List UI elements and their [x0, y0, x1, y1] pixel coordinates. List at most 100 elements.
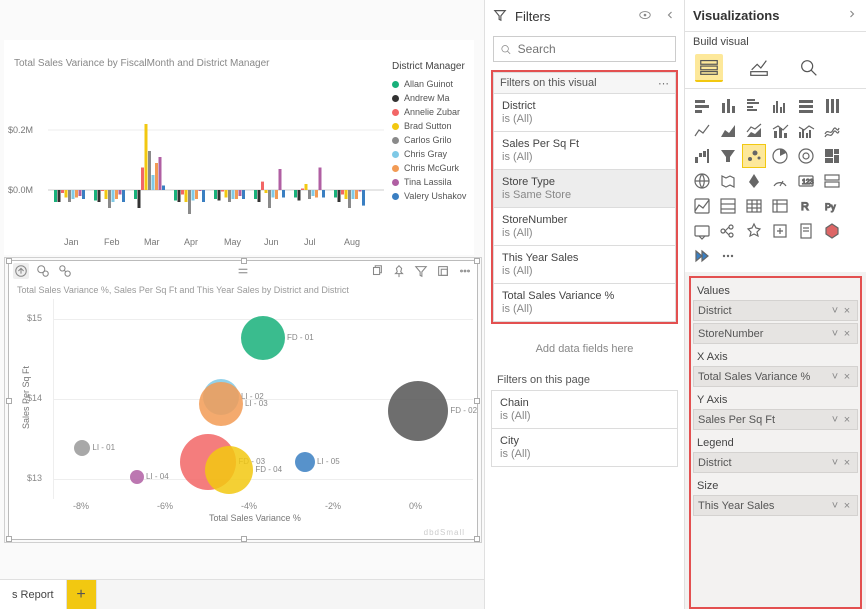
viz-clustered-column-icon[interactable]	[769, 95, 791, 117]
chart-sales-variance-by-month[interactable]: Total Sales Variance by FiscalMonth and …	[4, 40, 474, 255]
well-xaxis[interactable]: Total Sales Variance %˅×	[693, 366, 858, 387]
chart1-legend: District Manager Allan GuinotAndrew MaAn…	[392, 60, 466, 203]
visualizations-pane: Visualizations Build visual	[684, 0, 866, 609]
viz-qa-icon[interactable]	[743, 220, 765, 242]
svg-text:Py: Py	[825, 202, 836, 212]
viz-filled-map-icon[interactable]	[717, 170, 739, 192]
svg-text:Apr: Apr	[184, 237, 198, 247]
remove-icon[interactable]: ×	[841, 328, 853, 340]
viz-100stacked-column-icon[interactable]	[821, 95, 843, 117]
viz-100stacked-bar-icon[interactable]	[795, 95, 817, 117]
build-tab-fields[interactable]	[695, 54, 723, 82]
viz-card-icon[interactable]: 123	[795, 170, 817, 192]
filter-icon[interactable]	[413, 263, 429, 279]
collapse-pane-icon[interactable]	[664, 9, 676, 24]
filter-card[interactable]: Sales Per Sq Ftis (All)	[493, 132, 676, 170]
viz-matrix-icon[interactable]	[769, 195, 791, 217]
expand-all-icon[interactable]	[57, 263, 73, 279]
filter-search-input[interactable]	[518, 42, 669, 56]
viz-clustered-bar-icon[interactable]	[743, 95, 765, 117]
chevron-down-icon[interactable]: ˅	[829, 371, 841, 383]
remove-icon[interactable]: ×	[841, 305, 853, 317]
chevron-down-icon[interactable]: ˅	[829, 500, 841, 512]
well-yaxis[interactable]: Sales Per Sq Ft˅×	[693, 409, 858, 430]
focus-icon[interactable]	[435, 263, 451, 279]
viz-paginated-icon[interactable]	[795, 220, 817, 242]
viz-multi-card-icon[interactable]	[821, 170, 843, 192]
filter-card[interactable]: This Year Salesis (All)	[493, 246, 676, 284]
more-icon[interactable]	[457, 263, 473, 279]
viz-gallery: 123 R Py	[685, 89, 866, 272]
filter-card[interactable]: Chainis (All)	[491, 390, 678, 429]
viz-smart-icon[interactable]	[769, 220, 791, 242]
page-tab-report[interactable]: s Report	[0, 580, 67, 609]
bubble[interactable]	[295, 452, 315, 472]
remove-icon[interactable]: ×	[841, 371, 853, 383]
viz-r-icon[interactable]: R	[795, 195, 817, 217]
chart-scatter-variance-sqft[interactable]: Total Sales Variance %, Sales Per Sq Ft …	[8, 260, 478, 540]
section-more-icon[interactable]: ⋯	[658, 77, 669, 90]
viz-azure-map-icon[interactable]	[743, 170, 765, 192]
viz-scatter-icon[interactable]	[743, 145, 765, 167]
bubble[interactable]	[205, 446, 253, 494]
drill-down-icon[interactable]	[35, 263, 51, 279]
chevron-down-icon[interactable]: ˅	[829, 457, 841, 469]
viz-table-icon[interactable]	[743, 195, 765, 217]
viz-line-icon[interactable]	[691, 120, 713, 142]
well-values-storenumber[interactable]: StoreNumber˅×	[693, 323, 858, 344]
add-fields-hint[interactable]: Add data fields here	[491, 332, 678, 366]
filter-card[interactable]: Total Sales Variance %is (All)	[493, 284, 676, 322]
filter-card[interactable]: Cityis (All)	[491, 429, 678, 467]
build-tab-analytics[interactable]	[795, 54, 823, 82]
filter-card[interactable]: Districtis (All)	[493, 94, 676, 132]
bubble[interactable]	[241, 316, 285, 360]
pin-icon[interactable]	[391, 263, 407, 279]
report-canvas[interactable]: Total Sales Variance by FiscalMonth and …	[0, 0, 484, 609]
viz-slicer-icon[interactable]	[717, 195, 739, 217]
filter-card[interactable]: Store Typeis Same Store	[493, 170, 676, 208]
expand-pane-icon[interactable]	[846, 8, 858, 23]
bubble[interactable]	[199, 382, 243, 426]
viz-decomp-icon[interactable]	[717, 220, 739, 242]
chevron-down-icon[interactable]: ˅	[829, 328, 841, 340]
show-pane-icon[interactable]	[638, 8, 652, 25]
chevron-down-icon[interactable]: ˅	[829, 414, 841, 426]
viz-waterfall-icon[interactable]	[691, 145, 713, 167]
viz-app-icon[interactable]	[821, 220, 843, 242]
viz-ribbon-icon[interactable]	[821, 120, 843, 142]
viz-line-column-icon[interactable]	[769, 120, 791, 142]
remove-icon[interactable]: ×	[841, 457, 853, 469]
viz-py-icon[interactable]: Py	[821, 195, 843, 217]
grip-icon[interactable]	[235, 263, 251, 279]
viz-treemap-icon[interactable]	[821, 145, 843, 167]
remove-icon[interactable]: ×	[841, 500, 853, 512]
bubble[interactable]	[130, 470, 144, 484]
viz-more-icon[interactable]	[717, 245, 739, 267]
viz-stacked-area-icon[interactable]	[743, 120, 765, 142]
remove-icon[interactable]: ×	[841, 414, 853, 426]
viz-key-influencers-icon[interactable]	[691, 220, 713, 242]
viz-pie-icon[interactable]	[769, 145, 791, 167]
build-tab-format[interactable]	[745, 54, 773, 82]
viz-kpi-icon[interactable]	[691, 195, 713, 217]
page-tab-add[interactable]: +	[67, 580, 97, 609]
viz-funnel-icon[interactable]	[717, 145, 739, 167]
viz-powerautomate-icon[interactable]	[691, 245, 713, 267]
bubble[interactable]	[74, 440, 90, 456]
chevron-down-icon[interactable]: ˅	[829, 305, 841, 317]
viz-stacked-column-icon[interactable]	[717, 95, 739, 117]
viz-stacked-bar-icon[interactable]	[691, 95, 713, 117]
viz-gauge-icon[interactable]	[769, 170, 791, 192]
copy-icon[interactable]	[369, 263, 385, 279]
viz-donut-icon[interactable]	[795, 145, 817, 167]
well-values-district[interactable]: District˅×	[693, 300, 858, 321]
drill-up-icon[interactable]	[13, 263, 29, 279]
bubble[interactable]	[388, 381, 448, 441]
well-legend[interactable]: District˅×	[693, 452, 858, 473]
well-size[interactable]: This Year Sales˅×	[693, 495, 858, 516]
filter-search[interactable]	[493, 36, 676, 62]
viz-area-icon[interactable]	[717, 120, 739, 142]
viz-map-icon[interactable]	[691, 170, 713, 192]
viz-line-clustered-icon[interactable]	[795, 120, 817, 142]
filter-card[interactable]: StoreNumberis (All)	[493, 208, 676, 246]
